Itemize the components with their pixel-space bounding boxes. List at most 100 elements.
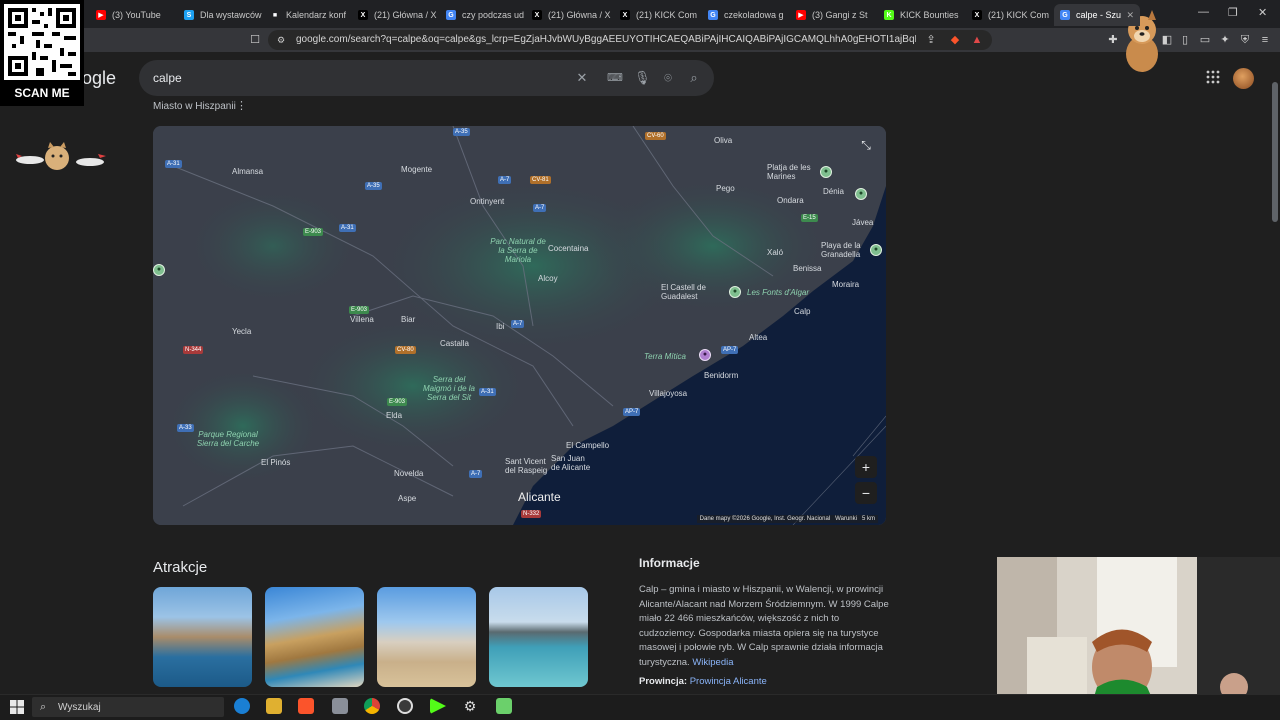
map-place[interactable]: Cocentaina	[548, 244, 588, 253]
url-text[interactable]: google.com/search?q=calpe&oq=calpe&gs_lc…	[296, 34, 916, 45]
map-place[interactable]: Serra del Maigmó i de la Serra del Sit	[419, 375, 479, 402]
map-place[interactable]: Villena	[350, 315, 374, 324]
map-place[interactable]: Playa de la Granadella	[821, 241, 871, 259]
map-place[interactable]: Ibi	[496, 322, 504, 331]
attraction-thumbnail[interactable]	[489, 587, 588, 687]
map-place[interactable]: Yecla	[232, 327, 251, 336]
share-icon[interactable]: ⇪	[924, 33, 938, 47]
map-place-alicante[interactable]: Alicante	[518, 490, 561, 504]
map-place[interactable]: Platja de les Marines	[767, 163, 817, 181]
scrollbar-thumb[interactable]	[1272, 82, 1278, 222]
map-place[interactable]: Villajoyosa	[649, 389, 687, 398]
chrome-icon[interactable]	[364, 698, 380, 714]
close-window-icon[interactable]: ✕	[1258, 6, 1267, 19]
map-place[interactable]: Benissa	[793, 264, 821, 273]
vpn-icon[interactable]: ⛨	[1238, 33, 1252, 47]
attraction-thumbnail[interactable]	[265, 587, 364, 687]
google-logo[interactable]: ogle	[82, 68, 116, 89]
browser-tab[interactable]: X (21) Główna / X	[526, 4, 612, 26]
poi-marker-icon[interactable]: ●	[870, 244, 882, 256]
poi-marker-icon[interactable]: ●	[729, 286, 741, 298]
browser-tab[interactable]: Gczy podczas ud	[440, 4, 526, 26]
map-place[interactable]: Sant Vicent del Raspeig	[505, 457, 549, 475]
clear-search-icon[interactable]: ✕	[574, 70, 590, 86]
map-place[interactable]: Almansa	[232, 167, 263, 176]
map-place[interactable]: Ondara	[777, 196, 804, 205]
map-place[interactable]: San Juan de Alicante	[551, 454, 591, 472]
edge-icon[interactable]	[234, 698, 250, 714]
browser-tab[interactable]: ■ Kalendarz konf	[264, 4, 350, 26]
search-box[interactable]	[139, 60, 714, 96]
minimize-icon[interactable]: —	[1198, 6, 1209, 18]
collapse-map-icon[interactable]: ⤡	[855, 134, 877, 156]
browser-tab[interactable]: X (21) KICK Com	[966, 4, 1052, 26]
brave-shields-icon[interactable]: ◆	[948, 33, 962, 47]
map-place[interactable]: Moraira	[832, 280, 859, 289]
site-info-icon[interactable]: ⚙	[274, 33, 288, 47]
browser-tab[interactable]: X (21) KICK Com	[614, 4, 700, 26]
browser-tab[interactable]: Gcalpe - Szu ✕	[1054, 4, 1140, 26]
map-place[interactable]: Calp	[794, 307, 810, 316]
app-icon-2[interactable]	[496, 698, 512, 714]
map-place[interactable]: Parc Natural de la Serra de Mariola	[487, 237, 549, 264]
search-input[interactable]: calpe	[153, 71, 182, 85]
leo-icon[interactable]: ✦	[1218, 33, 1232, 47]
map-place[interactable]: Pego	[716, 184, 735, 193]
map-place[interactable]: Terra Mítica	[644, 352, 686, 361]
menu-icon[interactable]: ≡	[1258, 33, 1272, 47]
map-place[interactable]: Jávea	[852, 218, 873, 227]
windows-start-icon[interactable]	[10, 700, 24, 714]
map-place[interactable]: Dénia	[823, 187, 844, 196]
lens-icon[interactable]: ⌾	[660, 70, 676, 86]
map-place[interactable]: El Campello	[566, 441, 609, 450]
map-place[interactable]: Castalla	[440, 339, 469, 348]
zoom-out-button[interactable]: −	[855, 482, 877, 504]
browser-tab[interactable]: K KICK Bounties	[878, 4, 964, 26]
settings-gear-icon[interactable]: ⚙	[462, 698, 478, 714]
map-terms-link[interactable]: Warunki	[835, 516, 857, 522]
map-place[interactable]: Les Fonts d'Algar	[747, 288, 809, 297]
poi-marker-icon[interactable]: ●	[855, 188, 867, 200]
voice-search-icon[interactable]: 🎙	[634, 70, 651, 86]
map-place[interactable]: Mogente	[401, 165, 432, 174]
restore-icon[interactable]: ❐	[1228, 6, 1238, 19]
map-place[interactable]: Elda	[386, 411, 402, 420]
map-place[interactable]: Parque Regional Sierra del Carche	[193, 430, 263, 448]
app-icon[interactable]	[332, 698, 348, 714]
poi-marker-icon[interactable]: ●	[153, 264, 165, 276]
account-avatar[interactable]	[1233, 68, 1254, 89]
keyboard-icon[interactable]: ⌨	[607, 70, 623, 86]
browser-tab[interactable]: ▶ (3) Gangi z St	[790, 4, 876, 26]
file-explorer-icon[interactable]	[266, 698, 282, 714]
map-place[interactable]: Oliva	[714, 136, 732, 145]
wallet-icon[interactable]: ▭	[1198, 33, 1212, 47]
map-place[interactable]: Ontinyent	[470, 197, 504, 206]
search-icon[interactable]: ⌕	[686, 70, 702, 86]
obs-icon[interactable]	[397, 698, 413, 714]
apps-grid-icon[interactable]	[1206, 70, 1222, 86]
map-place[interactable]: Aspe	[398, 494, 416, 503]
zoom-in-button[interactable]: +	[855, 456, 877, 478]
map-place[interactable]: Alcoy	[538, 274, 558, 283]
map-place[interactable]: Xaló	[767, 248, 783, 257]
close-tab-icon[interactable]: ✕	[1126, 10, 1134, 21]
browser-tab[interactable]: ▶ (3) YouTube	[90, 4, 176, 26]
bookmark-icon[interactable]: ☐	[248, 33, 262, 47]
map-place[interactable]: Novelda	[394, 469, 423, 478]
map-place[interactable]: El Pinós	[261, 458, 290, 467]
sidebar-icon[interactable]: ▯	[1178, 33, 1192, 47]
map-place[interactable]: Biar	[401, 315, 415, 324]
browser-tab[interactable]: Gczekoladowa g	[702, 4, 788, 26]
brave-icon[interactable]	[298, 698, 314, 714]
attraction-thumbnail[interactable]	[377, 587, 476, 687]
more-options-icon[interactable]: ⋮	[236, 99, 247, 112]
browser-tab[interactable]: X (21) Główna / X	[352, 4, 438, 26]
theme-park-marker-icon[interactable]: ●	[699, 349, 711, 361]
province-link[interactable]: Prowincja Alicante	[690, 676, 767, 687]
map-place[interactable]: Altea	[749, 333, 767, 342]
map[interactable]: A-35 CV-60 A-31 A-35 A-7 CV-81 A-7 E-903…	[153, 126, 886, 525]
map-place[interactable]: El Castell de Guadalest	[661, 283, 711, 301]
poi-marker-icon[interactable]: ●	[820, 166, 832, 178]
browser-tab[interactable]: S Dla wystawców	[178, 4, 264, 26]
map-place[interactable]: Benidorm	[704, 371, 738, 380]
